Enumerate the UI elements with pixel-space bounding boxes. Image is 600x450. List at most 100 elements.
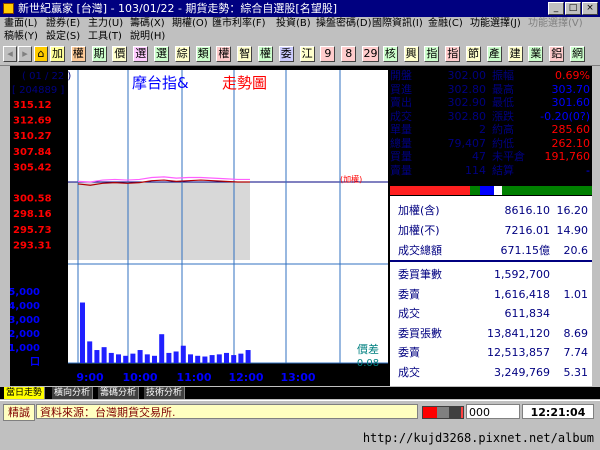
y-axis-label: 293.31	[13, 240, 52, 251]
toolbar-button[interactable]: 權	[216, 46, 232, 62]
y-axis-label: 305.42	[13, 162, 52, 173]
minimize-button[interactable]: _	[548, 2, 564, 15]
toolbar-button[interactable]: 類	[195, 46, 211, 62]
toolbar-button[interactable]: 核	[382, 46, 398, 62]
tab-chip-analysis[interactable]: 籌碼分析	[98, 387, 140, 399]
y-axis-label: 298.16	[13, 209, 52, 220]
toolbar-button[interactable]: 29	[362, 46, 379, 62]
index-label: 加權(不)	[398, 224, 440, 237]
quote-label: 成交	[390, 109, 412, 123]
volume-bar	[195, 355, 201, 363]
index-label: 成交總額	[398, 244, 442, 257]
toolbar-button[interactable]: 價	[112, 46, 128, 62]
quote-label: 約低	[492, 136, 514, 150]
toolbar-button[interactable]: 鋁	[549, 46, 565, 62]
volume-bar	[180, 345, 186, 363]
menu-item[interactable]: 說明(H)	[130, 30, 165, 44]
order-value: 611,834	[504, 307, 551, 320]
order-extra: 8.69	[563, 326, 589, 340]
quote-label: 約高	[492, 123, 514, 136]
order-value: 13,841,120	[487, 326, 550, 340]
tab-daily-trend[interactable]: 當日走勢	[4, 387, 46, 399]
toolbar-button[interactable]: 興	[403, 46, 419, 62]
toolbar-button[interactable]: 指	[424, 46, 440, 62]
quote-label: 漲跌	[492, 109, 514, 123]
spread-label: 價差	[357, 342, 379, 356]
below-reference-area	[68, 182, 250, 260]
volume-bar	[137, 350, 143, 363]
quote-label: 最高	[492, 82, 514, 96]
toolbar-button[interactable]: 指	[445, 46, 461, 62]
quote-value: 302.90	[447, 96, 487, 109]
volume-bar	[216, 354, 222, 363]
quote-value: 79,407	[447, 136, 487, 150]
menu-item[interactable]: 金融(C)	[428, 17, 463, 31]
toolbar-button[interactable]: 委	[278, 46, 294, 62]
y-axis-label: 315.12	[13, 100, 52, 111]
toolbar: ◂ ▸ ⌂ 加權期價選選綜類權智權委江 9 8 29 核興指指節產建業鋁網	[0, 44, 600, 66]
toolbar-button[interactable]: 網	[570, 46, 585, 62]
page-indicator: ( 01 / 22 )	[22, 71, 71, 82]
menu-item[interactable]: 籌碼(X)	[130, 17, 165, 31]
menu-item[interactable]: 投資(B)	[276, 17, 311, 31]
quote-value: -	[586, 163, 590, 177]
chart-title: 摩台指&	[132, 74, 189, 92]
toolbar-button[interactable]: 業	[528, 46, 544, 62]
menu-item[interactable]: 功能選擇(J)	[470, 17, 521, 31]
toolbar-button[interactable]: 加	[50, 46, 65, 62]
menu-item-disabled: 功能選擇(V)	[528, 18, 583, 29]
window-title: 新世紀贏家 [台灣] - 103/01/22 - 期貨走勢：綜合自選股[名望股]	[18, 2, 337, 15]
x-axis-label: 9:00	[76, 371, 104, 384]
toolbar-button[interactable]: 節	[466, 46, 481, 62]
toolbar-button[interactable]: 期	[91, 46, 107, 62]
quote-label: 賣量	[390, 163, 412, 177]
toolbar-button[interactable]: 選	[133, 46, 149, 62]
quote-value: 285.60	[551, 123, 591, 136]
index-value: 8616.10	[504, 204, 551, 217]
quote-value: 47	[472, 150, 486, 163]
close-button[interactable]: ×	[582, 2, 598, 15]
menu-item[interactable]: 畫面(L)	[4, 17, 37, 31]
menu-item[interactable]: 主力(U)	[88, 17, 123, 31]
order-extra: 1.01	[563, 287, 589, 301]
order-value: 12,513,857	[487, 346, 550, 359]
tab-horizontal-analysis[interactable]: 橫向分析	[52, 387, 94, 399]
toolbar-button[interactable]: 權	[258, 46, 273, 62]
maximize-button[interactable]: □	[565, 2, 581, 15]
toolbar-button[interactable]: 8	[341, 46, 357, 62]
menu-item[interactable]: 期權(O)	[172, 17, 208, 31]
quote-value: 2	[479, 123, 486, 136]
volume-axis-label: 1,000	[10, 343, 40, 354]
home-icon[interactable]: ⌂	[34, 46, 48, 62]
quote-label: 買量	[390, 150, 412, 163]
toolbar-button[interactable]: 權	[70, 46, 86, 62]
menu-item[interactable]: 設定(S)	[46, 30, 80, 44]
spread-value: 0.08	[357, 358, 379, 369]
volume-axis-label: 5,000	[10, 287, 40, 298]
menu-item[interactable]: 證券(E)	[46, 17, 80, 31]
index-value: 671.15億	[500, 244, 551, 257]
menu-item[interactable]: 工具(T)	[88, 30, 122, 44]
volume-bar	[202, 356, 208, 363]
volume-bar	[116, 354, 121, 363]
menu-item[interactable]: 稿帳(Y)	[4, 30, 38, 44]
order-value: 1,616,418	[494, 287, 550, 301]
quote-label: 振幅	[492, 69, 514, 82]
toolbar-button[interactable]: 綜	[174, 46, 190, 62]
x-axis-label: 10:00	[122, 371, 157, 384]
menu-item[interactable]: 國際資訊(I)	[372, 17, 423, 31]
toolbar-button[interactable]: 江	[299, 46, 315, 62]
tab-technical-analysis[interactable]: 技術分析	[144, 387, 186, 399]
menu-item[interactable]: 操盤密碼(D)	[316, 17, 372, 31]
menu-item[interactable]: 匯市利率(F)	[212, 17, 266, 31]
y-axis-label: 290.88	[13, 256, 52, 267]
toolbar-button[interactable]: 選	[154, 46, 169, 62]
volume-bar	[123, 355, 129, 363]
back-icon[interactable]: ◂	[3, 46, 17, 62]
toolbar-button[interactable]: 智	[237, 46, 253, 62]
volume-bar	[245, 350, 251, 363]
toolbar-button[interactable]: 產	[486, 46, 502, 62]
toolbar-button[interactable]: 9	[320, 46, 336, 62]
forward-icon[interactable]: ▸	[18, 46, 32, 62]
toolbar-button[interactable]: 建	[507, 46, 523, 62]
